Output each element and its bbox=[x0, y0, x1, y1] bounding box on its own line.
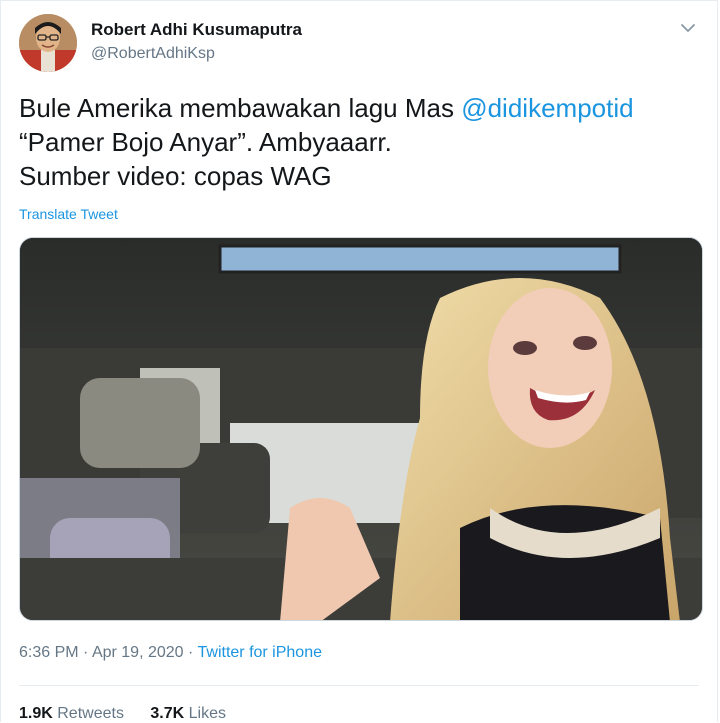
likes-label: Likes bbox=[188, 705, 227, 722]
meta-separator: · bbox=[78, 644, 92, 661]
tweet-text-after: “Pamer Bojo Anyar”. Ambyaaarr. Sumber vi… bbox=[19, 127, 392, 191]
author-handle[interactable]: @RobertAdhiKsp bbox=[91, 45, 215, 63]
tweet-text-before: Bule Amerika membawakan lagu Mas bbox=[19, 93, 462, 123]
retweets-count: 1.9K bbox=[19, 705, 53, 722]
tweet-date[interactable]: Apr 19, 2020 bbox=[92, 644, 184, 661]
likes-count: 3.7K bbox=[150, 705, 185, 722]
translate-tweet-link[interactable]: Translate Tweet bbox=[19, 206, 118, 222]
meta-separator: · bbox=[183, 644, 198, 661]
avatar[interactable] bbox=[19, 14, 77, 72]
retweets-label: Retweets bbox=[57, 705, 124, 722]
divider bbox=[19, 685, 699, 686]
video-player[interactable] bbox=[19, 237, 703, 621]
mention-link[interactable]: @didikempotid bbox=[461, 93, 633, 123]
chevron-down-icon[interactable] bbox=[677, 17, 699, 39]
author-name[interactable]: Robert Adhi Kusumaputra bbox=[91, 20, 302, 40]
tweet-text: Bule Amerika membawakan lagu Mas @didike… bbox=[19, 91, 699, 193]
tweet-time[interactable]: 6:36 PM bbox=[19, 644, 79, 661]
tweet-stats: 1.9K Retweets 3.7K Likes bbox=[19, 705, 248, 723]
video-frame bbox=[20, 238, 702, 620]
tweet-card: Robert Adhi Kusumaputra @RobertAdhiKsp B… bbox=[0, 0, 718, 722]
retweets-stat[interactable]: 1.9K Retweets bbox=[19, 705, 124, 722]
likes-stat[interactable]: 3.7K Likes bbox=[150, 705, 226, 722]
tweet-meta: 6:36 PM · Apr 19, 2020 · Twitter for iPh… bbox=[19, 644, 322, 662]
tweet-source-link[interactable]: Twitter for iPhone bbox=[198, 644, 323, 661]
